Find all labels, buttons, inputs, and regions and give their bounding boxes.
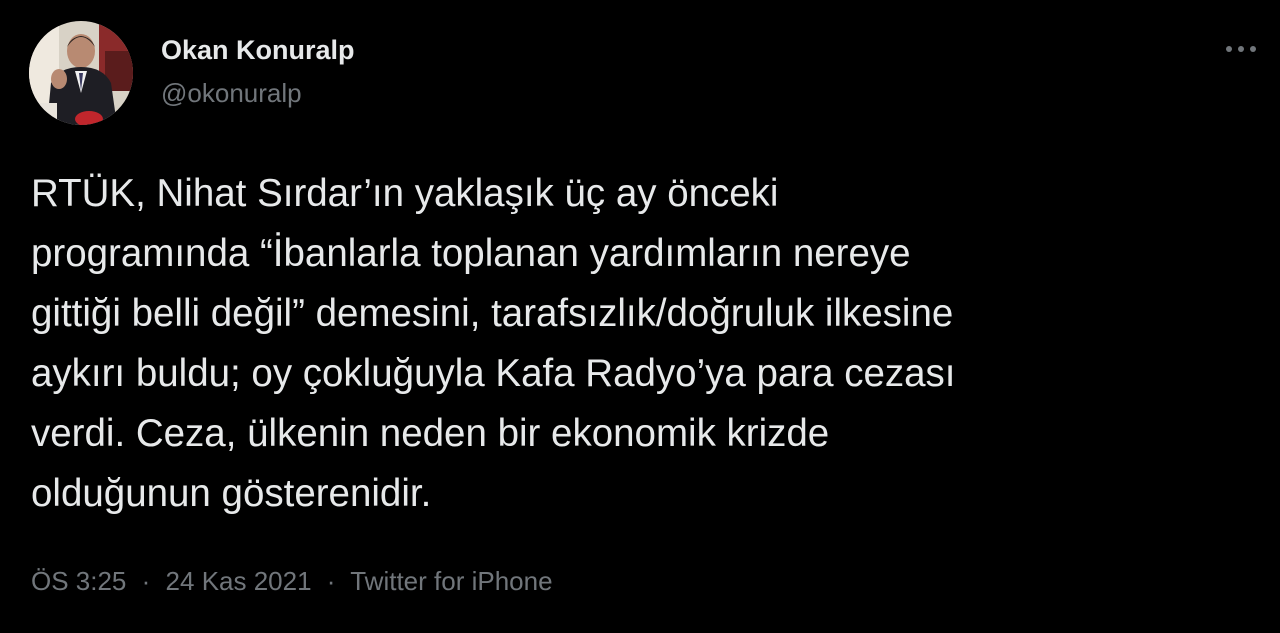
meta-separator: ·: [326, 566, 336, 596]
tweet-text-line: verdi. Ceza, ülkenin neden bir ekonomik …: [31, 412, 830, 455]
tweet-card: Okan Konuralp @okonuralp RTÜK, Nihat Sır…: [0, 0, 1280, 633]
tweet-text: RTÜK, Nihat Sırdar’ın yaklaşık üç ay önc…: [31, 164, 1256, 524]
tweet-text-line: programında “İbanlarla toplanan yardımla…: [31, 232, 911, 275]
avatar[interactable]: [29, 21, 133, 125]
tweet-source[interactable]: Twitter for iPhone: [350, 566, 552, 596]
tweet-text-line: RTÜK, Nihat Sırdar’ın yaklaşık üç ay önc…: [31, 172, 779, 215]
user-handle[interactable]: @okonuralp: [161, 77, 302, 109]
tweet-text-line: aykırı buldu; oy çokluğuyla Kafa Radyo’y…: [31, 352, 956, 395]
more-horizontal-icon[interactable]: [1222, 36, 1260, 62]
meta-separator: ·: [141, 566, 151, 596]
tweet-time[interactable]: ÖS 3:25: [31, 566, 126, 596]
display-name[interactable]: Okan Konuralp: [161, 33, 355, 67]
tweet-text-line: olduğunun gösterenidir.: [31, 472, 432, 515]
tweet-text-line: gittiği belli değil” demesini, tarafsızl…: [31, 292, 954, 335]
avatar-photo-icon: [29, 21, 133, 125]
tweet-date[interactable]: 24 Kas 2021: [166, 566, 312, 596]
tweet-metadata: ÖS 3:25 · 24 Kas 2021 · Twitter for iPho…: [31, 563, 553, 599]
